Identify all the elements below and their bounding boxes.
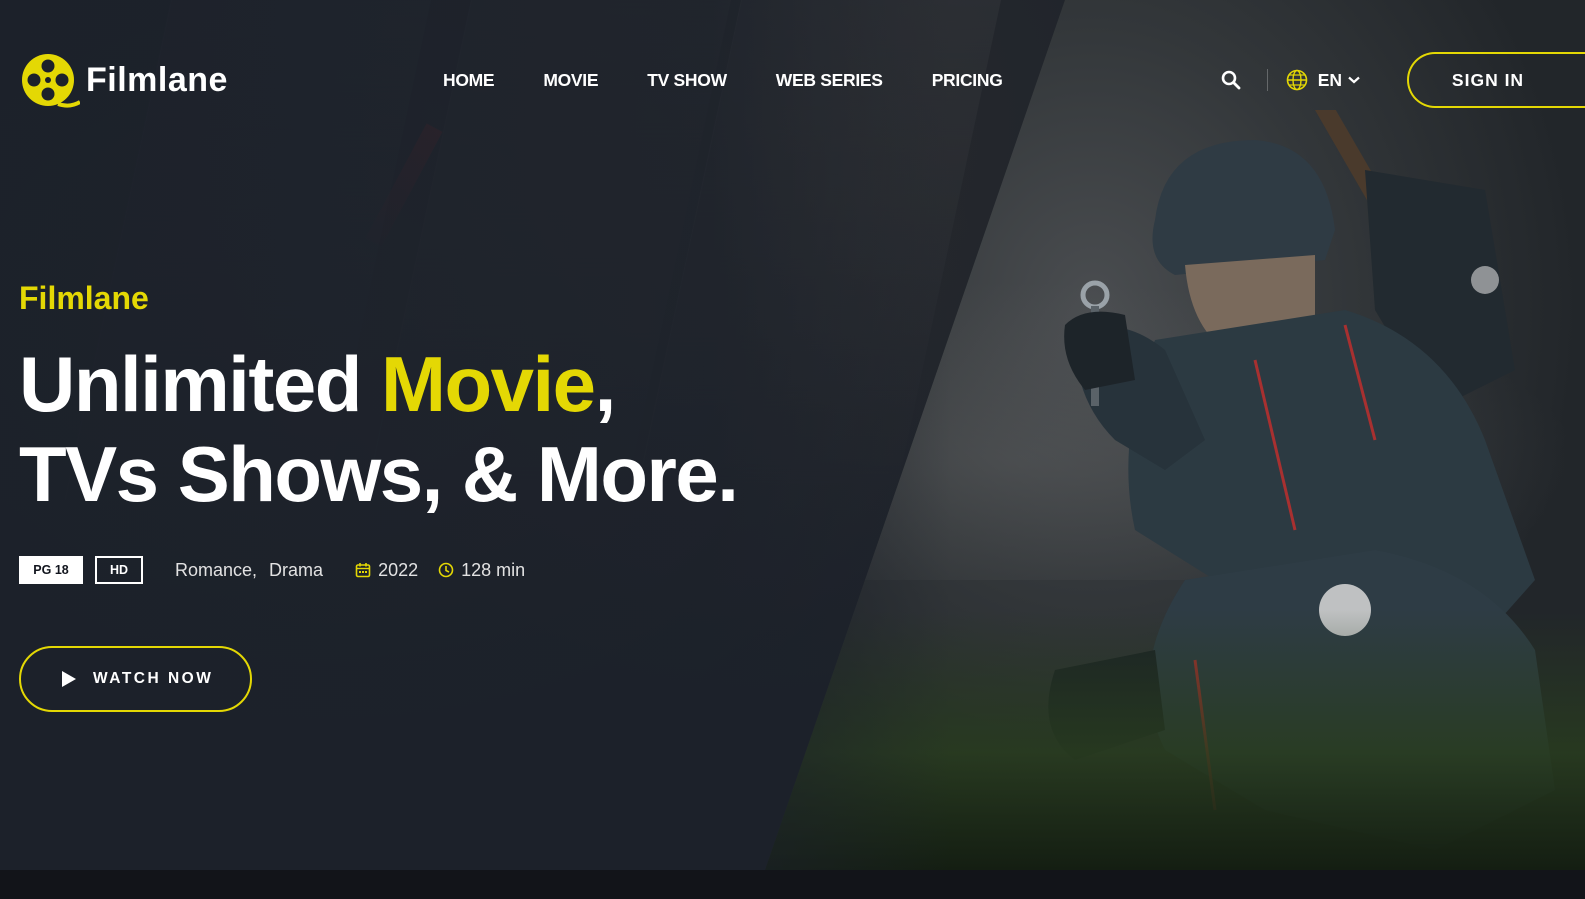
watch-now-button[interactable]: WATCH NOW xyxy=(19,646,252,712)
chevron-down-icon xyxy=(1348,76,1360,84)
release-info: 2022 128 min xyxy=(355,560,545,581)
divider xyxy=(1266,69,1268,91)
genre-link[interactable]: Drama xyxy=(269,560,323,581)
play-icon xyxy=(62,671,76,687)
nav-item-movie[interactable]: MOVIE xyxy=(543,70,598,91)
section-divider xyxy=(0,870,1585,899)
calendar-icon xyxy=(355,563,371,578)
hero-content: Filmlane Unlimited Movie, TVs Shows, & M… xyxy=(19,280,739,519)
genre-list: Romance, Drama xyxy=(175,560,335,581)
nav-item-web-series[interactable]: WEB SERIES xyxy=(776,70,883,91)
brand-logo[interactable]: Filmlane xyxy=(18,52,228,108)
header-actions: EN SIGN IN xyxy=(1217,52,1585,108)
headline-line-two: TVs Shows, & More. xyxy=(19,430,739,518)
nav-item-home[interactable]: HOME xyxy=(443,70,495,91)
brand-name: Filmlane xyxy=(86,60,228,99)
year-text: 2022 xyxy=(378,559,419,580)
hero-headline: Unlimited Movie, TVs Shows, & More. xyxy=(19,339,739,519)
duration: 128 min xyxy=(438,560,525,581)
quality-badge: HD xyxy=(95,556,143,584)
movie-meta: PG 18 HD Romance, Drama 2022 128 min xyxy=(19,556,545,584)
main-navigation: HOME MOVIE TV SHOW WEB SERIES PRICING xyxy=(443,70,1052,91)
headline-accent: Movie xyxy=(381,340,596,428)
globe-icon xyxy=(1286,69,1307,91)
language-label: EN xyxy=(1317,69,1342,90)
duration-text: 128 min xyxy=(461,559,526,580)
nav-item-tv-show[interactable]: TV SHOW xyxy=(647,70,727,91)
nav-item-pricing[interactable]: PRICING xyxy=(932,70,1003,91)
search-icon xyxy=(1221,70,1241,90)
rating-badge: PG 18 xyxy=(19,556,83,584)
hero-subtitle: Filmlane xyxy=(19,280,149,316)
site-header: Filmlane HOME MOVIE TV SHOW WEB SERIES P… xyxy=(0,0,1585,162)
release-year: 2022 xyxy=(355,560,418,581)
headline-text-start: Unlimited xyxy=(19,340,382,428)
search-button[interactable] xyxy=(1217,66,1245,94)
watch-now-label: WATCH NOW xyxy=(93,670,214,687)
language-selector[interactable]: EN xyxy=(1286,69,1360,91)
clock-icon xyxy=(438,562,454,578)
genre-link[interactable]: Romance, xyxy=(175,560,257,581)
headline-comma: , xyxy=(594,340,617,428)
film-reel-icon xyxy=(18,52,82,108)
sign-in-button[interactable]: SIGN IN xyxy=(1407,52,1585,108)
